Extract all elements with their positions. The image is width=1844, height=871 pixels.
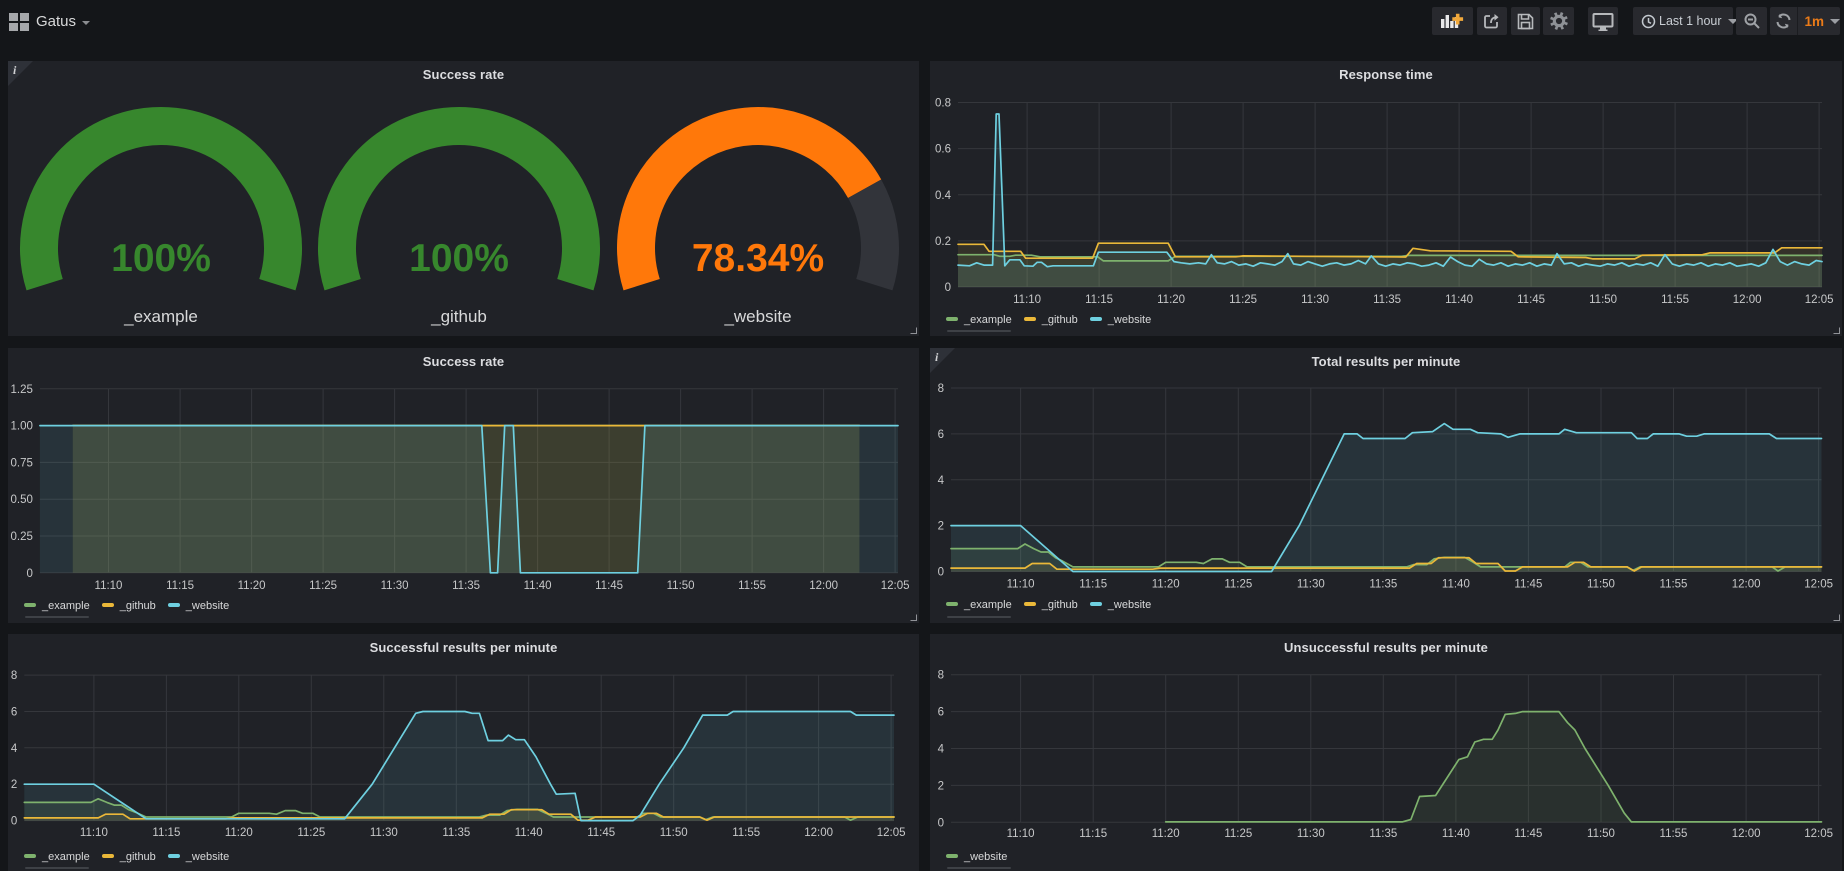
svg-text:11:45: 11:45 (595, 580, 623, 592)
svg-text:11:15: 11:15 (152, 827, 180, 839)
svg-text:11:40: 11:40 (1445, 294, 1473, 306)
svg-text:11:50: 11:50 (667, 580, 695, 592)
svg-text:0.4: 0.4 (935, 190, 952, 202)
svg-text:11:50: 11:50 (660, 827, 688, 839)
svg-text:6: 6 (938, 707, 944, 719)
svg-text:0.8: 0.8 (935, 98, 951, 110)
svg-text:12:05: 12:05 (1804, 828, 1833, 840)
svg-text:11:10: 11:10 (1007, 579, 1035, 591)
svg-text:0.50: 0.50 (11, 494, 33, 506)
svg-text:11:45: 11:45 (1514, 828, 1542, 840)
svg-text:6: 6 (11, 707, 17, 719)
svg-text:12:00: 12:00 (804, 827, 833, 839)
svg-text:11:15: 11:15 (166, 580, 194, 592)
svg-text:0.75: 0.75 (11, 457, 33, 469)
svg-text:8: 8 (938, 670, 944, 682)
svg-text:11:55: 11:55 (1660, 579, 1688, 591)
svg-text:2: 2 (938, 780, 944, 792)
svg-text:12:05: 12:05 (881, 580, 910, 592)
svg-text:11:15: 11:15 (1085, 294, 1113, 306)
svg-text:8: 8 (11, 670, 17, 682)
svg-text:11:40: 11:40 (1442, 579, 1470, 591)
svg-text:_example: _example (123, 307, 198, 326)
svg-text:12:00: 12:00 (1732, 579, 1761, 591)
svg-text:6: 6 (938, 429, 944, 441)
svg-text:_website: _website (723, 307, 791, 326)
svg-text:11:35: 11:35 (442, 827, 470, 839)
svg-text:11:40: 11:40 (524, 580, 552, 592)
svg-text:0.2: 0.2 (935, 236, 951, 248)
svg-text:11:55: 11:55 (1661, 294, 1689, 306)
svg-text:4: 4 (938, 475, 945, 487)
svg-text:11:25: 11:25 (1229, 294, 1257, 306)
svg-text:12:00: 12:00 (1732, 828, 1761, 840)
svg-text:11:25: 11:25 (1224, 828, 1252, 840)
svg-text:11:55: 11:55 (1660, 828, 1688, 840)
svg-text:12:05: 12:05 (1805, 294, 1834, 306)
svg-text:11:25: 11:25 (309, 580, 337, 592)
svg-text:11:50: 11:50 (1587, 579, 1615, 591)
svg-text:8: 8 (938, 383, 944, 395)
svg-text:100%: 100% (111, 237, 211, 280)
svg-text:11:55: 11:55 (732, 827, 760, 839)
svg-text:100%: 100% (409, 237, 509, 280)
svg-text:11:50: 11:50 (1587, 828, 1615, 840)
svg-text:11:20: 11:20 (225, 827, 253, 839)
svg-text:4: 4 (11, 743, 18, 755)
svg-text:11:40: 11:40 (1442, 828, 1470, 840)
svg-text:11:30: 11:30 (1297, 579, 1325, 591)
svg-text:0: 0 (938, 817, 944, 829)
svg-text:11:30: 11:30 (1297, 828, 1325, 840)
svg-text:12:05: 12:05 (877, 827, 906, 839)
svg-text:11:30: 11:30 (370, 827, 398, 839)
svg-text:11:25: 11:25 (1224, 579, 1252, 591)
svg-text:11:20: 11:20 (1157, 294, 1185, 306)
svg-text:11:25: 11:25 (297, 827, 325, 839)
svg-text:0: 0 (11, 816, 17, 828)
svg-text:12:05: 12:05 (1804, 579, 1833, 591)
svg-text:11:20: 11:20 (1152, 828, 1180, 840)
svg-text:2: 2 (11, 779, 17, 791)
svg-text:0.6: 0.6 (935, 144, 951, 156)
svg-text:11:20: 11:20 (238, 580, 266, 592)
svg-text:11:40: 11:40 (515, 827, 543, 839)
svg-text:11:10: 11:10 (80, 827, 108, 839)
svg-text:11:15: 11:15 (1079, 828, 1107, 840)
svg-text:11:35: 11:35 (1373, 294, 1401, 306)
svg-text:11:45: 11:45 (1517, 294, 1545, 306)
svg-text:0: 0 (945, 282, 951, 294)
svg-text:12:00: 12:00 (1733, 294, 1762, 306)
svg-text:11:10: 11:10 (95, 580, 123, 592)
svg-text:11:10: 11:10 (1007, 828, 1035, 840)
svg-text:12:00: 12:00 (809, 580, 838, 592)
svg-text:0.25: 0.25 (11, 531, 33, 543)
svg-text:11:30: 11:30 (1301, 294, 1329, 306)
svg-text:11:35: 11:35 (1369, 579, 1397, 591)
svg-text:1.25: 1.25 (11, 384, 33, 396)
svg-text:11:35: 11:35 (452, 580, 480, 592)
svg-text:78.34%: 78.34% (692, 237, 824, 280)
svg-text:11:30: 11:30 (381, 580, 409, 592)
svg-text:11:50: 11:50 (1589, 294, 1617, 306)
svg-text:11:45: 11:45 (587, 827, 615, 839)
svg-text:11:15: 11:15 (1079, 579, 1107, 591)
svg-text:0: 0 (938, 567, 944, 579)
svg-text:11:45: 11:45 (1514, 579, 1542, 591)
svg-text:1.00: 1.00 (11, 421, 33, 433)
svg-text:11:10: 11:10 (1013, 294, 1041, 306)
svg-text:4: 4 (938, 744, 945, 756)
svg-text:0: 0 (26, 568, 32, 580)
svg-text:2: 2 (938, 521, 944, 533)
svg-text:11:35: 11:35 (1369, 828, 1397, 840)
svg-text:11:55: 11:55 (738, 580, 766, 592)
svg-text:11:20: 11:20 (1152, 579, 1180, 591)
svg-text:_github: _github (430, 307, 487, 326)
